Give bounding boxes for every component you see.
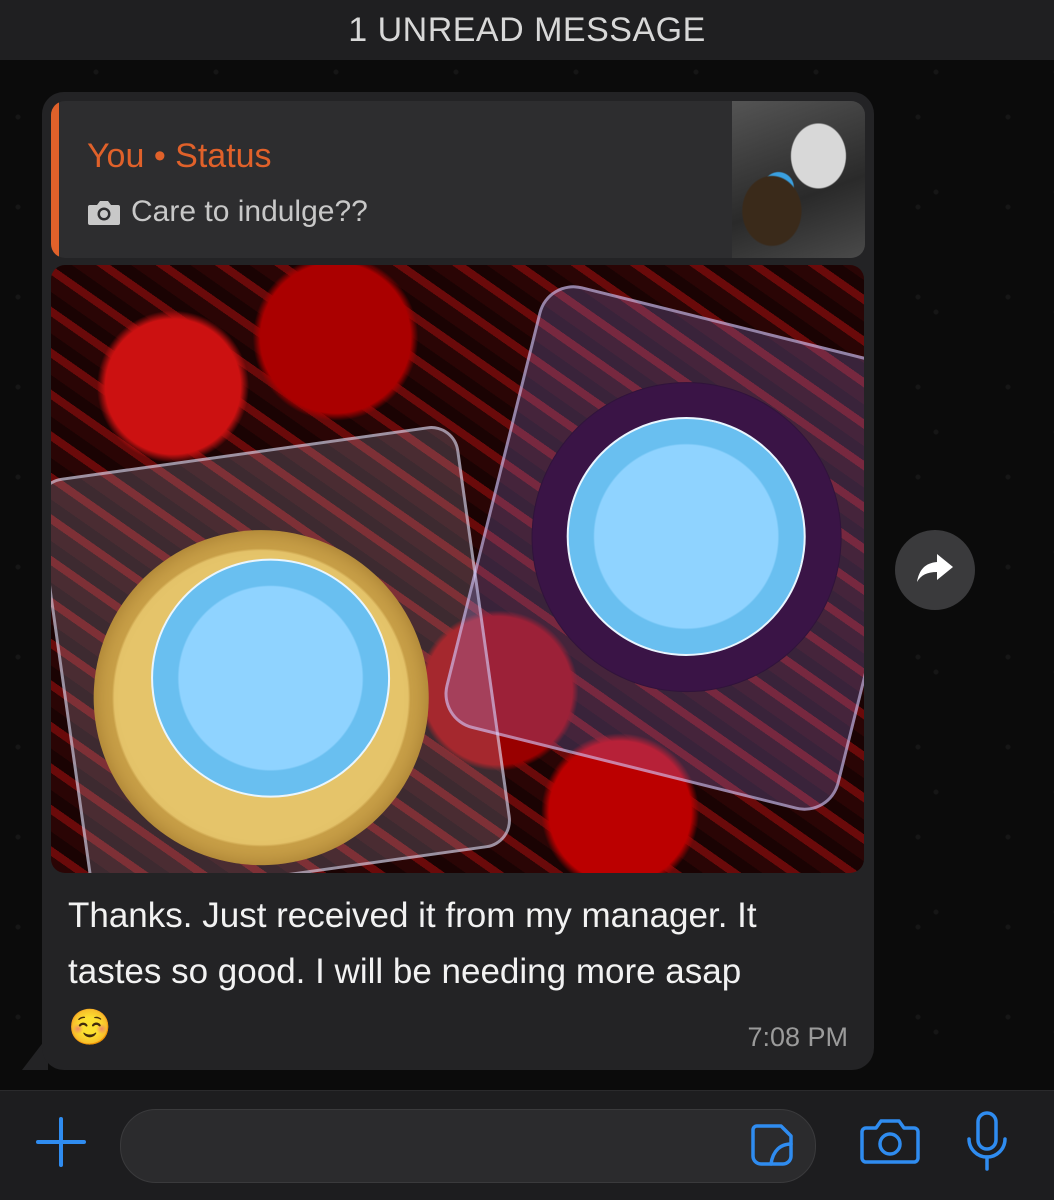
- voice-message-button[interactable]: [962, 1109, 1012, 1179]
- message-photo[interactable]: [51, 265, 864, 873]
- chat-screen: 1 UNREAD MESSAGE You • Status Care to in…: [0, 0, 1054, 1200]
- attach-button[interactable]: [34, 1115, 88, 1174]
- forward-button[interactable]: [895, 530, 975, 610]
- unread-banner-label: 1 UNREAD MESSAGE: [348, 10, 706, 49]
- quote-caption: Care to indulge??: [87, 195, 368, 229]
- plus-icon: [34, 1115, 88, 1174]
- forward-arrow-icon: [915, 551, 955, 590]
- message-timestamp: 7:08 PM: [747, 1022, 848, 1052]
- microphone-icon: [965, 1109, 1009, 1180]
- message-input[interactable]: [120, 1109, 816, 1183]
- camera-button[interactable]: [860, 1115, 920, 1171]
- message-text: Thanks. Just received it from my manager…: [68, 896, 757, 1047]
- cookie-container: [51, 422, 515, 873]
- quote-author: You • Status: [87, 137, 272, 175]
- quote-text: Care to indulge??: [131, 195, 368, 228]
- message-bubble[interactable]: You • Status Care to indulge?? Thanks. J…: [42, 92, 874, 1070]
- sticker-icon: [749, 1122, 795, 1173]
- camera-icon: [860, 1116, 920, 1171]
- status-reply-quote[interactable]: You • Status Care to indulge??: [51, 101, 865, 258]
- camera-icon: [87, 198, 121, 226]
- sticker-button[interactable]: [749, 1122, 795, 1173]
- quote-accent-bar: [51, 101, 59, 258]
- message-input-bar: [0, 1090, 1054, 1200]
- unread-messages-banner: 1 UNREAD MESSAGE: [0, 0, 1054, 60]
- status-thumbnail[interactable]: [732, 101, 865, 258]
- cake-container: [436, 277, 864, 819]
